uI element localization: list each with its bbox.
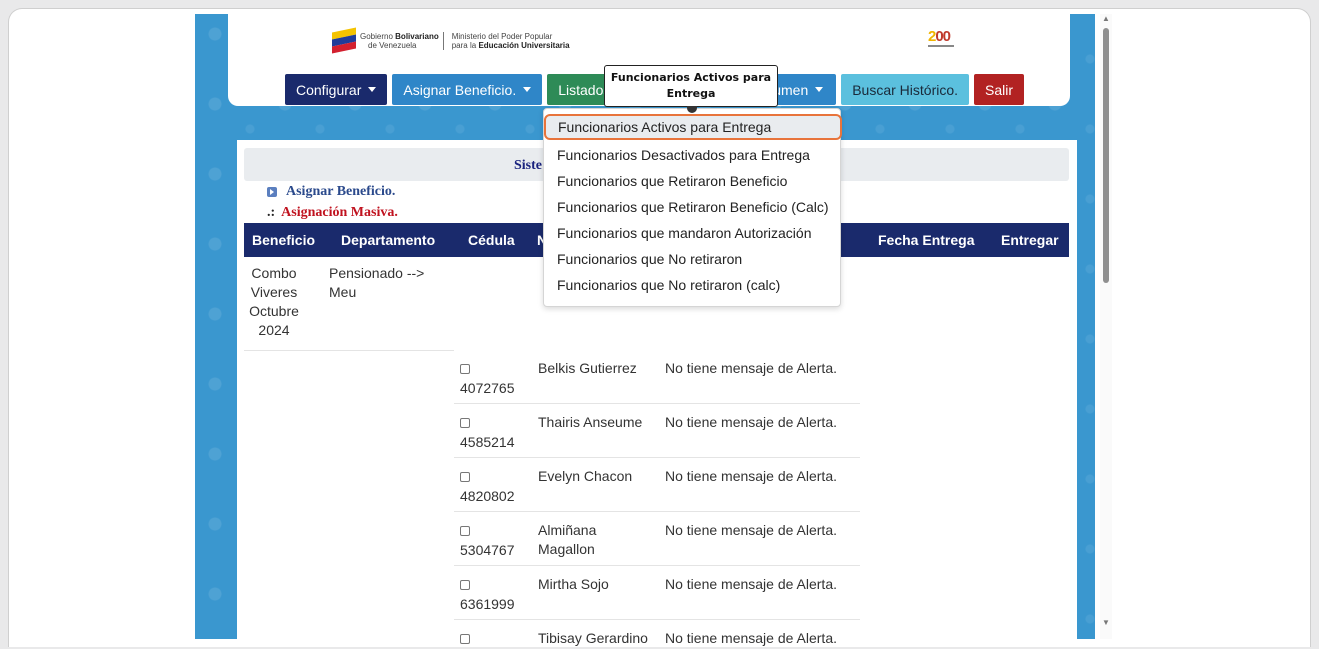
asignacion-masiva-link[interactable]: .: Asignación Masiva. bbox=[267, 205, 398, 221]
buscar-historico-button[interactable]: Buscar Histórico. bbox=[841, 74, 970, 105]
menu-item-activos-entrega[interactable]: Funcionarios Activos para Entrega bbox=[544, 114, 842, 140]
row-divider bbox=[454, 457, 860, 458]
asignar-beneficio-button[interactable]: Asignar Beneficio. bbox=[392, 74, 543, 105]
alerta-cell: No tiene mensaje de Alerta. bbox=[665, 630, 837, 646]
header-fecha-entrega: Fecha Entrega bbox=[878, 232, 975, 248]
select-checkbox[interactable] bbox=[460, 526, 470, 536]
row-divider bbox=[454, 565, 860, 566]
row-divider bbox=[454, 403, 860, 404]
alerta-cell: No tiene mensaje de Alerta. bbox=[665, 576, 837, 592]
menu-item-retiraron-beneficio-calc[interactable]: Funcionarios que Retiraron Beneficio (Ca… bbox=[544, 194, 840, 220]
menu-item-mandaron-autorizacion[interactable]: Funcionarios que mandaron Autorización bbox=[544, 220, 840, 246]
caret-down-icon bbox=[523, 87, 532, 92]
gov-name-text: Gobierno Bolivariano de Venezuela bbox=[360, 32, 439, 50]
scroll-up-arrow-icon[interactable]: ▲ bbox=[1102, 14, 1110, 23]
header-entregar: Entregar bbox=[1001, 232, 1059, 248]
cedula-cell: 4072765 bbox=[460, 360, 515, 398]
scroll-down-arrow-icon[interactable]: ▼ bbox=[1102, 618, 1110, 627]
group-beneficio: Combo Viveres Octubre 2024 bbox=[249, 265, 299, 338]
cedula-cell: 4820802 bbox=[460, 468, 515, 506]
configurar-button[interactable]: Configurar bbox=[285, 74, 388, 105]
venezuela-flag-icon bbox=[332, 27, 356, 54]
header-departamento: Departamento bbox=[341, 232, 436, 248]
row-divider bbox=[454, 619, 860, 620]
menu-item-no-retiraron-calc[interactable]: Funcionarios que No retiraron (calc) bbox=[544, 272, 840, 298]
select-checkbox[interactable] bbox=[460, 418, 470, 428]
scrollbar-thumb[interactable] bbox=[1103, 28, 1109, 283]
caret-down-icon bbox=[368, 87, 377, 92]
bicentennial-logo: 200 bbox=[928, 28, 951, 45]
select-checkbox[interactable] bbox=[460, 472, 470, 482]
alerta-cell: No tiene mensaje de Alerta. bbox=[665, 522, 837, 538]
ministry-text: Ministerio del Poder Popular para la Edu… bbox=[451, 32, 570, 50]
nombre-cell: Almiñana Magallon bbox=[538, 522, 597, 557]
government-logo: Gobierno Bolivariano de Venezuela Minist… bbox=[332, 27, 570, 54]
caret-down-icon bbox=[815, 87, 824, 92]
nombre-cell: Belkis Gutierrez bbox=[538, 360, 637, 376]
nombre-cell: Tibisay Gerardino bbox=[538, 630, 648, 646]
nombre-cell: Mirtha Sojo bbox=[538, 576, 609, 592]
cedula-cell: 5304767 bbox=[460, 522, 515, 560]
logo-separator bbox=[442, 32, 444, 50]
play-icon bbox=[267, 187, 277, 197]
listados-dropdown-menu: Funcionarios Activos para Entrega Funcio… bbox=[543, 108, 842, 307]
alerta-cell: No tiene mensaje de Alerta. bbox=[665, 468, 837, 484]
cedula-cell bbox=[460, 630, 470, 649]
menu-item-desactivados-entrega[interactable]: Funcionarios Desactivados para Entrega bbox=[544, 142, 840, 168]
row-divider bbox=[244, 350, 454, 351]
select-checkbox[interactable] bbox=[460, 634, 470, 644]
select-checkbox[interactable] bbox=[460, 364, 470, 374]
alerta-cell: No tiene mensaje de Alerta. bbox=[665, 360, 837, 376]
cedula-cell: 6361999 bbox=[460, 576, 515, 614]
select-checkbox[interactable] bbox=[460, 580, 470, 590]
group-departamento: Pensionado --> Meu bbox=[329, 265, 425, 300]
cedula-cell: 4585214 bbox=[460, 414, 515, 452]
nombre-cell: Thairis Anseume bbox=[538, 414, 643, 430]
header-cedula: Cédula bbox=[468, 232, 515, 248]
asignar-beneficio-link[interactable]: Asignar Beneficio. bbox=[267, 184, 395, 200]
salir-button[interactable]: Salir bbox=[974, 74, 1025, 105]
nombre-cell: Evelyn Chacon bbox=[538, 468, 633, 484]
row-divider bbox=[454, 511, 860, 512]
menu-item-retiraron-beneficio[interactable]: Funcionarios que Retiraron Beneficio bbox=[544, 168, 840, 194]
bicentennial-logo-underline bbox=[928, 45, 954, 47]
menu-item-no-retiraron[interactable]: Funcionarios que No retiraron bbox=[544, 246, 840, 272]
tooltip: Funcionarios Activos para Entrega bbox=[604, 65, 778, 107]
alerta-cell: No tiene mensaje de Alerta. bbox=[665, 414, 837, 430]
header-beneficio: Beneficio bbox=[252, 232, 316, 248]
